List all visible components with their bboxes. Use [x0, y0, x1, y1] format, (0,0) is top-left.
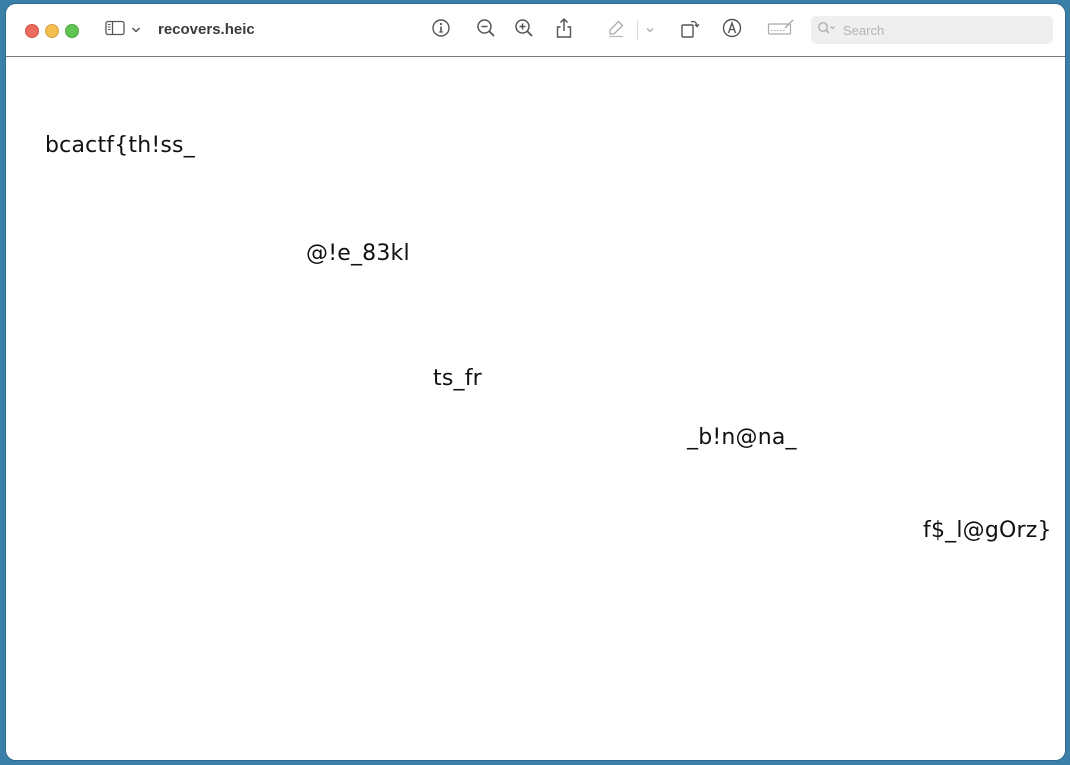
image-canvas: bcactf{th!ss_ @!e_83kl ts_fr _b!n@na_ f$… — [6, 57, 1065, 760]
highlight-options-button[interactable] — [640, 18, 660, 42]
image-text-fragment: @!e_83kl — [306, 241, 410, 266]
sidebar-icon — [105, 20, 125, 41]
chevron-down-icon — [131, 21, 141, 39]
toolbar: recovers.heic — [6, 4, 1065, 57]
search-input[interactable] — [841, 21, 1045, 39]
maximize-button[interactable] — [65, 24, 79, 38]
rotate-icon — [679, 17, 701, 44]
zoom-out-button[interactable] — [474, 18, 498, 42]
minimize-button[interactable] — [45, 24, 59, 38]
image-text-fragment: _b!n@na_ — [687, 425, 797, 450]
highlight-button[interactable] — [604, 18, 628, 42]
preview-window: recovers.heic Search bcactf{th!ss_ @!e_8… — [6, 4, 1065, 760]
search-icon — [817, 21, 837, 40]
rotate-button[interactable] — [678, 18, 702, 42]
markup-button[interactable] — [720, 18, 744, 42]
close-button[interactable] — [25, 24, 39, 38]
window-title: recovers.heic — [158, 21, 255, 38]
chevron-down-icon — [645, 21, 655, 39]
zoom-out-icon — [476, 18, 496, 43]
toolbar-separator — [637, 20, 638, 40]
signature-button[interactable] — [766, 18, 796, 42]
zoom-in-button[interactable] — [512, 18, 536, 42]
image-text-fragment: ts_fr — [433, 366, 482, 391]
zoom-in-icon — [514, 18, 534, 43]
share-button[interactable] — [552, 17, 576, 44]
info-icon — [431, 18, 451, 43]
image-text-fragment: f$_l@gOrz} — [923, 518, 1052, 543]
image-text-fragment: bcactf{th!ss_ — [45, 133, 195, 158]
share-icon — [554, 17, 574, 44]
sidebar-toggle-button[interactable] — [105, 20, 145, 40]
signature-icon — [767, 18, 795, 43]
highlight-pen-icon — [606, 18, 626, 43]
markup-icon — [721, 17, 743, 44]
info-button[interactable] — [429, 18, 453, 42]
search-field[interactable] — [811, 16, 1053, 44]
